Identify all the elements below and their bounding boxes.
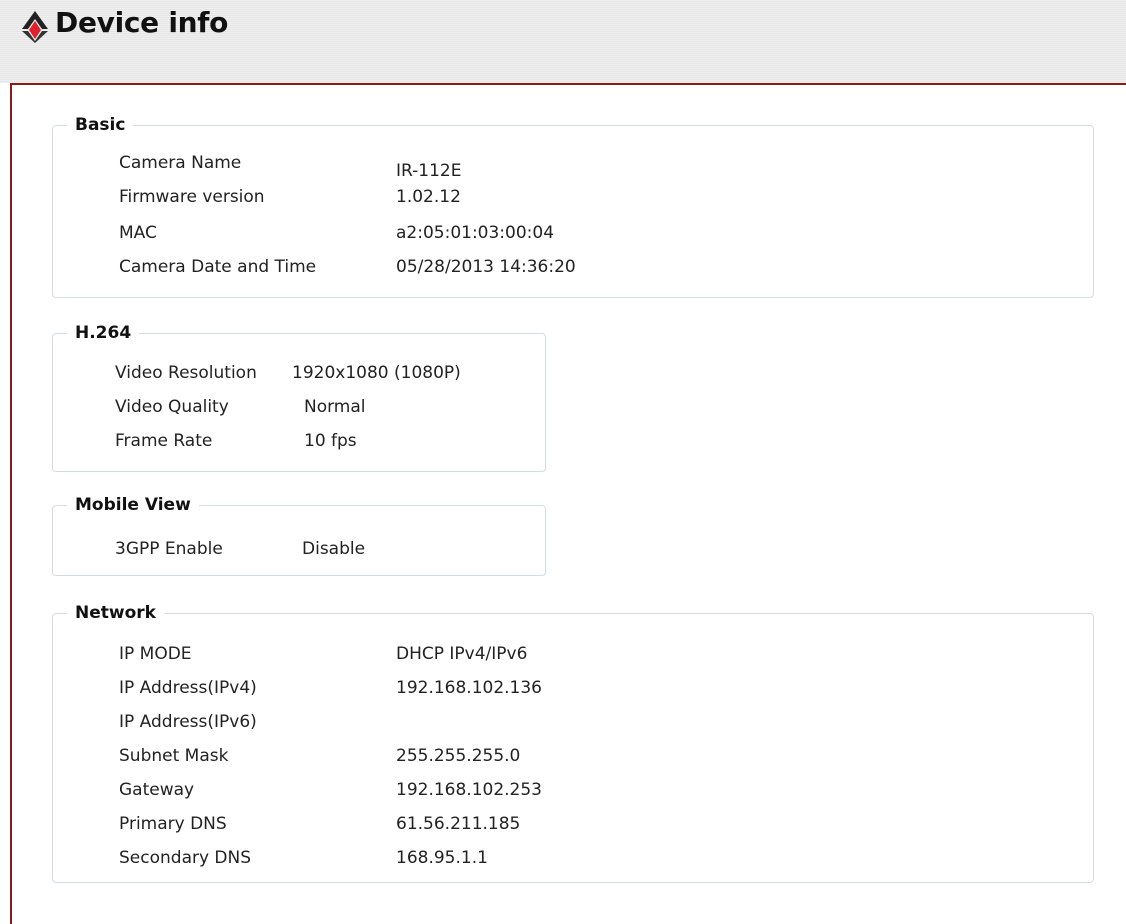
page-title: Device info [55, 6, 229, 39]
row-label: Camera Date and Time [119, 257, 317, 277]
h264-group: H.264 Video Resolution 1920x1080 (1080P)… [52, 322, 546, 472]
content-panel: Basic Camera Name IR-112E Firmware versi… [10, 83, 1126, 924]
row-value: 255.255.255.0 [396, 746, 521, 766]
row-label: IP MODE [119, 644, 192, 664]
h264-legend: H.264 [67, 322, 140, 344]
row-label: MAC [119, 223, 157, 243]
row-label: IP Address(IPv6) [119, 712, 257, 732]
network-legend: Network [67, 602, 164, 624]
row-label: Video Resolution [115, 363, 257, 383]
row-value: IR-112E [396, 161, 462, 181]
network-group: Network IP MODE DHCP IPv4/IPv6 IP Addres… [52, 602, 1094, 883]
row-value: 168.95.1.1 [396, 848, 488, 868]
row-value: Normal [304, 397, 366, 417]
mobile-view-group: Mobile View 3GPP Enable Disable [52, 494, 546, 576]
row-value: a2:05:01:03:00:04 [396, 223, 555, 243]
row-value: Disable [302, 539, 366, 559]
row-value: 10 fps [304, 431, 357, 451]
title-bar: Device info [0, 0, 1126, 83]
row-value: 1920x1080 (1080P) [292, 363, 461, 383]
row-value: DHCP IPv4/IPv6 [396, 644, 528, 664]
row-label: Video Quality [115, 397, 229, 417]
row-label: IP Address(IPv4) [119, 678, 257, 698]
device-logo-icon [22, 11, 48, 43]
basic-group: Basic Camera Name IR-112E Firmware versi… [52, 114, 1094, 298]
row-label: Firmware version [119, 187, 265, 207]
row-label: Camera Name [119, 153, 242, 173]
row-label: Subnet Mask [119, 746, 229, 766]
row-label: Frame Rate [115, 431, 213, 451]
row-label: Primary DNS [119, 814, 227, 834]
row-value: 192.168.102.136 [396, 678, 543, 698]
row-value: 05/28/2013 14:36:20 [396, 257, 576, 277]
row-value: 1.02.12 [396, 187, 461, 207]
row-label: Secondary DNS [119, 848, 252, 868]
row-label: Gateway [119, 780, 195, 800]
row-value: 192.168.102.253 [396, 780, 543, 800]
row-value: 61.56.211.185 [396, 814, 521, 834]
row-label: 3GPP Enable [115, 539, 223, 559]
mobile-view-legend: Mobile View [67, 494, 199, 516]
basic-legend: Basic [67, 114, 134, 136]
